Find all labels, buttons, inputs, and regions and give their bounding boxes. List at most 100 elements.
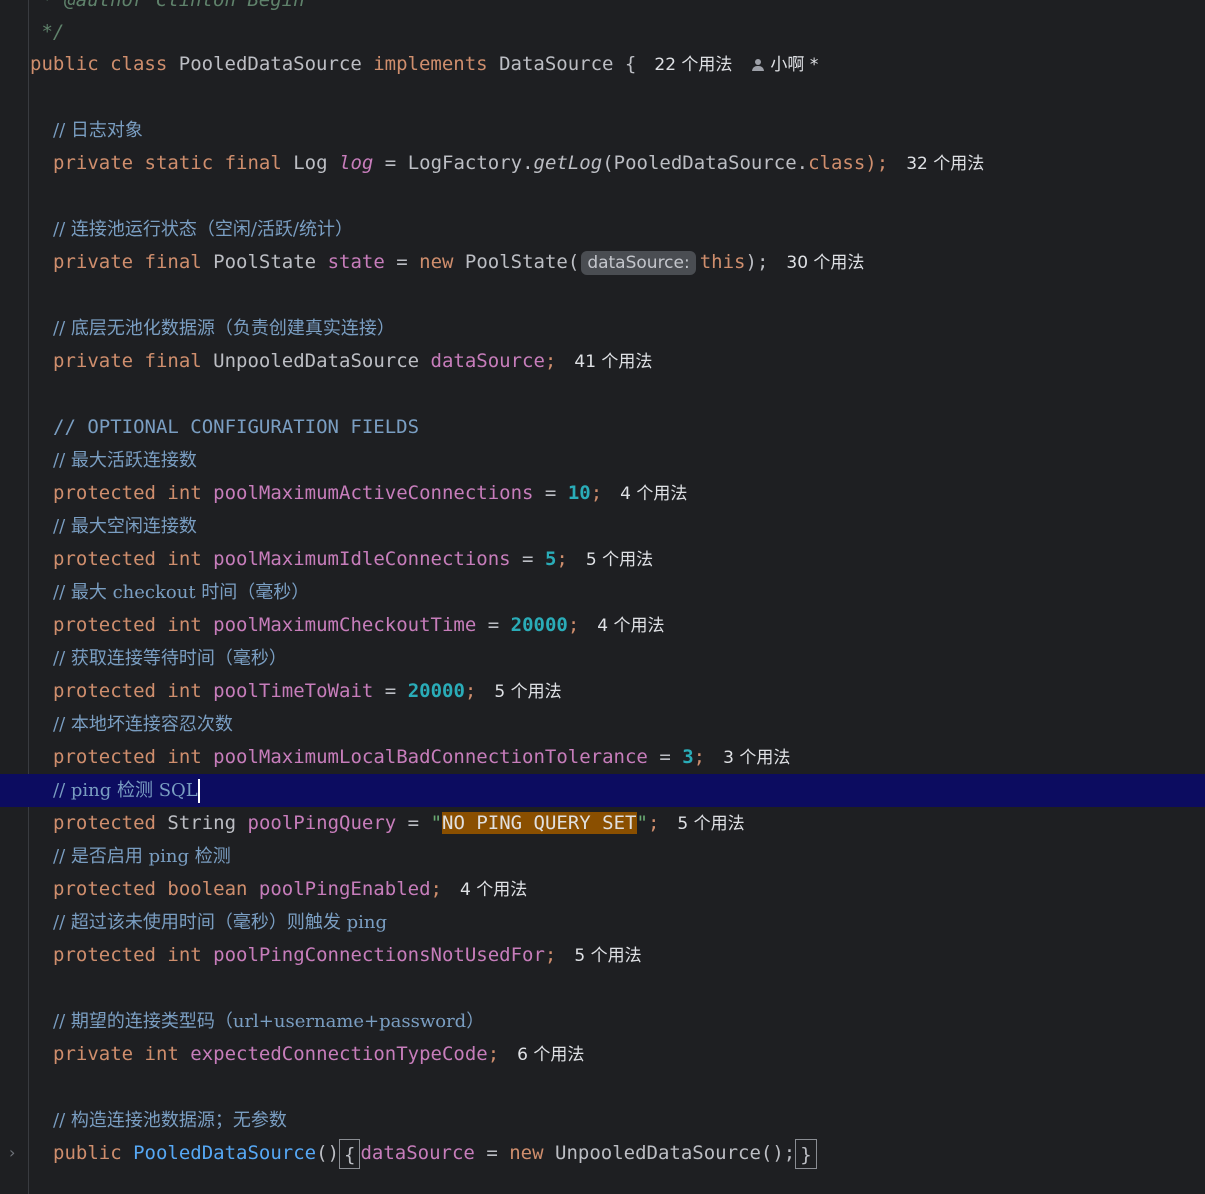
doc-comment: */ [30, 21, 65, 43]
string-quote: " [430, 812, 443, 834]
code-line-comment: // 最大空闲连接数 [0, 510, 1205, 543]
modifiers: private static final [53, 152, 282, 174]
folded-brace-close[interactable]: } [795, 1138, 817, 1169]
terminator: ; [430, 878, 442, 900]
terminator: ; [556, 548, 568, 570]
code-line-comment: // 本地坏连接容忍次数 [0, 708, 1205, 741]
usages-inlay[interactable]: 41 个用法 [574, 352, 652, 372]
usages-inlay[interactable]: 22 个用法 [654, 55, 732, 75]
usages-inlay[interactable]: 6 个用法 [517, 1045, 584, 1065]
author-name: 小啊 * [770, 55, 819, 75]
field-name: poolMaximumIdleConnections [213, 548, 511, 570]
code-line-constructor: public PooledDataSource(){dataSource = n… [0, 1137, 1205, 1170]
usages-inlay[interactable]: 32 个用法 [906, 154, 984, 174]
code-line-field: protected int poolMaximumLocalBadConnect… [0, 741, 1205, 774]
code-comment: // 日志对象 [53, 120, 143, 141]
usages-inlay[interactable]: 5 个用法 [677, 814, 744, 834]
type-name: PoolState [213, 251, 317, 273]
modifiers: protected int [53, 482, 202, 504]
field-name: log [339, 152, 374, 174]
keyword: new [509, 1142, 544, 1164]
number-literal: 20000 [510, 614, 568, 636]
code-line-comment: // 构造连接池数据源；无参数 [0, 1104, 1205, 1137]
modifiers: private final [53, 251, 202, 273]
operator: = [522, 548, 534, 570]
usages-inlay[interactable]: 5 个用法 [586, 550, 653, 570]
operator: = [384, 680, 397, 702]
code-comment: // 期望的连接类型码（url+username+password） [53, 1011, 485, 1032]
modifiers: protected int [53, 614, 202, 636]
code-line-doc-end: */ [0, 16, 1205, 49]
usages-inlay[interactable]: 4 个用法 [620, 484, 687, 504]
person-icon [752, 59, 765, 71]
field-name: expectedConnectionTypeCode [190, 1043, 488, 1065]
text-caret [197, 778, 200, 803]
terminator: ); [745, 251, 769, 273]
field-name: dataSource [430, 350, 545, 372]
modifiers: protected int [53, 746, 202, 768]
brace: { [624, 53, 637, 75]
code-line-class-decl: public class PooledDataSource implements… [0, 48, 1205, 81]
parameter-hint: dataSource: [581, 251, 696, 275]
terminator: ; [567, 614, 580, 636]
keyword: implements [373, 53, 488, 75]
terminator: ; [464, 680, 477, 702]
constructor-call: PoolState( [464, 251, 580, 273]
keyword: public [30, 53, 99, 75]
code-line-comment: // 获取连接等待时间（毫秒） [0, 642, 1205, 675]
code-line-datasource-field: private final UnpooledDataSource dataSou… [0, 345, 1205, 378]
field-name: poolTimeToWait [213, 680, 374, 702]
field-name: poolMaximumLocalBadConnectionTolerance [213, 746, 648, 768]
code-line-comment: // 期望的连接类型码（url+username+password） [0, 1005, 1205, 1038]
operator: = [396, 251, 408, 273]
author-inlay[interactable]: 小啊 * [752, 55, 818, 75]
modifiers: private int [53, 1043, 179, 1065]
usages-inlay[interactable]: 4 个用法 [597, 616, 664, 636]
doc-comment: * @author Clinton Begin [30, 0, 305, 11]
usages-inlay[interactable]: 4 个用法 [460, 880, 527, 900]
code-comment: // 本地坏连接容忍次数 [53, 714, 233, 735]
code-comment: // 获取连接等待时间（毫秒） [53, 648, 287, 669]
string-literal-highlighted: NO PING QUERY SET [442, 812, 637, 834]
constructor-call: UnpooledDataSource(); [555, 1142, 796, 1164]
keyword: this [699, 251, 746, 273]
current-line[interactable]: // ping 检测 SQL [0, 774, 1205, 807]
code-line-field: protected int poolMaximumIdleConnections… [0, 543, 1205, 576]
usages-inlay[interactable]: 3 个用法 [723, 748, 790, 768]
code-line-comment: // OPTIONAL CONFIGURATION FIELDS [0, 411, 1205, 444]
keyword: new [419, 251, 454, 273]
code-line-comment: // 日志对象 [0, 114, 1205, 147]
constructor-name: PooledDataSource [133, 1142, 317, 1164]
argument: (PooledDataSource. [602, 152, 809, 174]
number-literal: 5 [544, 548, 557, 570]
usages-inlay[interactable]: 5 个用法 [494, 682, 561, 702]
code-comment: // 最大 checkout 时间（毫秒） [53, 582, 310, 603]
code-line-comment: // 底层无池化数据源（负责创建真实连接） [0, 312, 1205, 345]
code-comment: // 最大空闲连接数 [53, 516, 197, 537]
number-literal: 3 [682, 746, 694, 768]
modifiers: protected int [53, 944, 202, 966]
code-line-field: protected int poolTimeToWait = 20000; 5 个… [0, 675, 1205, 708]
terminator: ; [544, 350, 557, 372]
field-name: state [327, 251, 385, 273]
method-call: getLog [533, 152, 603, 174]
field-name: poolPingConnectionsNotUsedFor [213, 944, 545, 966]
type-name: String [167, 812, 237, 834]
code-comment: // 最大活跃连接数 [53, 450, 197, 471]
operator: = [544, 482, 557, 504]
modifiers: protected [53, 812, 156, 834]
code-line-comment: // 超过该未使用时间（毫秒）则触发 ping [0, 906, 1205, 939]
terminator: ; [693, 746, 706, 768]
usages-inlay[interactable]: 30 个用法 [786, 253, 864, 273]
terminator: ); [865, 152, 889, 174]
field-name: poolMaximumActiveConnections [213, 482, 534, 504]
code-line-comment: // 是否启用 ping 检测 [0, 840, 1205, 873]
keyword: class [110, 53, 168, 75]
class-ref: LogFactory. [407, 152, 534, 174]
folded-brace-open[interactable]: { [339, 1138, 361, 1169]
usages-inlay[interactable]: 5 个用法 [574, 946, 641, 966]
terminator: ; [487, 1043, 500, 1065]
code-comment: // ping 检测 SQL [53, 780, 198, 801]
type-name: UnpooledDataSource [213, 350, 420, 372]
modifiers: protected boolean [53, 878, 248, 900]
